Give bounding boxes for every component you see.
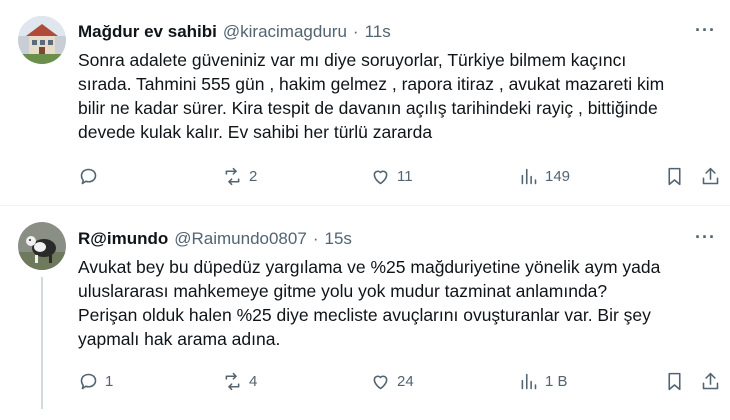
tweet-text-line: sırada. Tahmini 555 gün , hakim gelmez ,… [78,74,665,94]
bookmark-button[interactable] [664,166,685,187]
like-count: 11 [397,167,413,185]
repost-icon [225,167,240,186]
user-handle[interactable]: @Raimundo0807 [174,229,307,249]
timestamp[interactable]: 15s [324,229,351,249]
reply-icon [80,168,97,185]
tweet-text-line: uluslararası mahkemeye gitme yolu yok mu… [78,281,608,301]
views-icon [521,168,537,185]
bookmark-icon [668,372,681,391]
tweet-text-line: yapmalı hak arama adına. [78,329,281,349]
repost-count: 4 [249,372,258,390]
display-name[interactable]: Mağdur ev sahibi [78,22,217,42]
avatar[interactable] [18,222,66,270]
avatar[interactable] [18,16,66,64]
more-options-button[interactable]: ··· [695,20,716,41]
tweet[interactable]: Mağdur ev sahibi @kiracimagduru · 11s ··… [0,0,730,206]
repost-button[interactable]: 4 [222,371,257,392]
reply-icon [80,373,97,390]
like-count: 24 [397,372,414,390]
bookmark-button[interactable] [664,371,685,392]
tweet-text-line: devede kulak kalır. Ev sahibi her türlü … [78,122,433,142]
views-button[interactable]: 1 B [518,371,568,392]
tweet-actions: 1 4 24 1 B [78,371,721,401]
more-options-button[interactable]: ··· [695,227,716,248]
like-icon [373,170,388,185]
repost-button[interactable]: 2 [222,166,257,187]
tweet-text-line: Avukat bey bu düpedüz yargılama ve %25 m… [78,257,661,277]
tweet-header: R@imundo @Raimundo0807 · 15s [78,229,352,249]
views-button[interactable]: 149 [518,166,570,187]
thread-line [41,277,43,409]
tweet-text: Avukat bey bu düpedüz yargılama ve %25 m… [78,255,718,351]
share-icon [702,167,719,185]
views-count: 149 [545,167,571,185]
tweet-actions: 2 11 149 [78,166,721,196]
repost-icon [225,372,240,391]
tweet-header: Mağdur ev sahibi @kiracimagduru · 11s [78,22,391,42]
bookmark-icon [668,167,681,186]
user-handle[interactable]: @kiracimagduru [223,22,347,42]
views-icon [521,373,537,390]
tweet-text-line: Sonra adalete güveniniz var mı diye soru… [78,50,627,70]
tweet-text: Sonra adalete güveniniz var mı diye soru… [78,48,718,144]
tweet-text-line: Perişan olduk halen %25 diye mecliste av… [78,305,651,325]
reply-count: 1 [105,372,114,390]
display-name[interactable]: R@imundo [78,229,168,249]
reply-button[interactable] [78,166,105,187]
share-button[interactable] [700,166,721,187]
separator-dot: · [312,229,319,248]
views-count: 1 B [545,372,568,390]
like-button[interactable]: 24 [370,371,414,392]
timestamp[interactable]: 11s [365,22,391,42]
like-button[interactable]: 11 [370,166,413,187]
separator-dot: · [352,22,359,41]
share-button[interactable] [700,371,721,392]
repost-count: 2 [249,167,258,185]
reply-button[interactable]: 1 [78,371,113,392]
like-icon [373,375,388,390]
tweet-text-line: bilir ne kadar sürer. Kira tespit de dav… [78,98,658,118]
share-icon [702,372,719,390]
